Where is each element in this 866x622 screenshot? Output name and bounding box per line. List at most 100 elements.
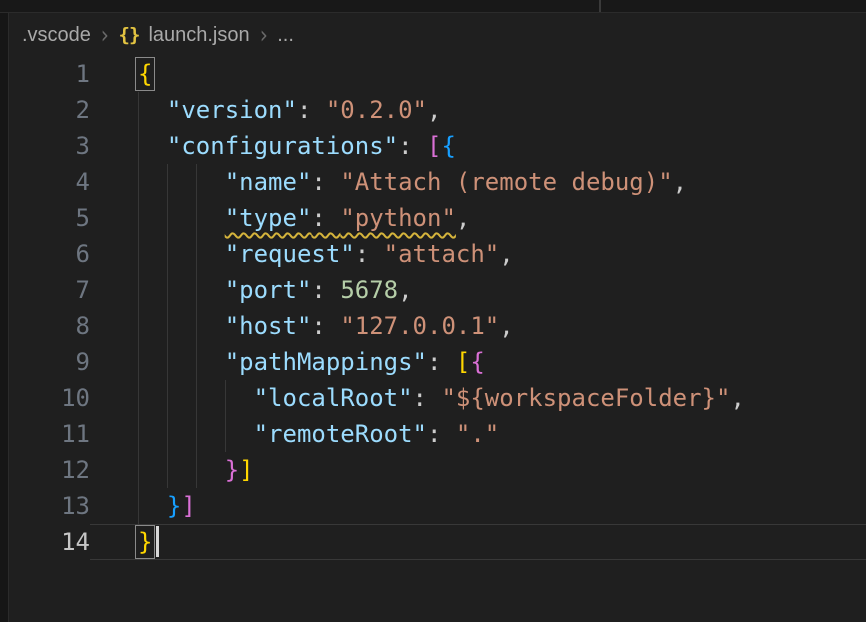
line-number[interactable]: 13 (9, 488, 90, 524)
line-number[interactable]: 14 (9, 524, 90, 560)
indent-guide (225, 416, 226, 452)
indent-guide (196, 308, 197, 344)
code-token: ] (239, 456, 253, 484)
line-number[interactable]: 11 (9, 416, 90, 452)
code-token: , (730, 384, 744, 412)
line-content[interactable]: }] (90, 452, 866, 488)
line-content[interactable]: "name": "Attach (remote debug)", (90, 164, 866, 200)
code-line[interactable]: 5 "type": "python", (9, 200, 866, 236)
code-line[interactable]: 3 "configurations": [{ (9, 128, 866, 164)
indent-guide (167, 380, 168, 416)
line-content[interactable]: "configurations": [{ (90, 128, 866, 164)
line-content[interactable]: } (90, 524, 866, 560)
code-token: : (311, 276, 340, 304)
code-token: "127.0.0.1" (340, 312, 499, 340)
code-token: "port" (225, 276, 312, 304)
code-token: , (398, 276, 412, 304)
code-token: "type" (225, 204, 312, 232)
code-token: , (499, 312, 513, 340)
line-content[interactable]: "version": "0.2.0", (90, 92, 866, 128)
line-content[interactable]: "port": 5678, (90, 272, 866, 308)
line-content[interactable]: "pathMappings": [{ (90, 344, 866, 380)
indent-guide (167, 236, 168, 272)
code-line[interactable]: 4 "name": "Attach (remote debug)", (9, 164, 866, 200)
code-token: , (456, 204, 470, 232)
code-line[interactable]: 11 "remoteRoot": "." (9, 416, 866, 452)
code-token: { (441, 132, 455, 160)
code-area[interactable]: 1{2 "version": "0.2.0",3 "configurations… (9, 56, 866, 560)
line-number[interactable]: 7 (9, 272, 90, 308)
line-number[interactable]: 6 (9, 236, 90, 272)
line-number[interactable]: 4 (9, 164, 90, 200)
indent-guide (138, 380, 139, 416)
indent-guide (196, 236, 197, 272)
code-token: : (398, 132, 427, 160)
indent-guide (196, 452, 197, 488)
code-line[interactable]: 13 }] (9, 488, 866, 524)
code-line[interactable]: 12 }] (9, 452, 866, 488)
line-number[interactable]: 12 (9, 452, 90, 488)
code-token: "configurations" (167, 132, 398, 160)
code-token (138, 240, 225, 268)
code-token (138, 96, 167, 124)
code-token: : (413, 384, 442, 412)
indent-guide (167, 452, 168, 488)
code-token (138, 492, 167, 520)
indent-guide (196, 272, 197, 308)
text-cursor (156, 526, 159, 557)
tab-divider (599, 0, 601, 12)
line-number[interactable]: 8 (9, 308, 90, 344)
line-content[interactable]: "localRoot": "${workspaceFolder}", (90, 380, 866, 416)
line-number[interactable]: 5 (9, 200, 90, 236)
code-line[interactable]: 1{ (9, 56, 866, 92)
indent-guide (138, 416, 139, 452)
line-content[interactable]: { (90, 56, 866, 92)
line-content[interactable]: "host": "127.0.0.1", (90, 308, 866, 344)
code-token: "${workspaceFolder}" (441, 384, 730, 412)
code-token: "version" (167, 96, 297, 124)
line-content[interactable]: "type": "python", (90, 200, 866, 236)
indent-guide (225, 380, 226, 416)
line-content[interactable]: }] (90, 488, 866, 524)
breadcrumb-item-folder[interactable]: .vscode (22, 24, 91, 47)
indent-guide (167, 416, 168, 452)
indent-guide (167, 272, 168, 308)
indent-guide (138, 488, 139, 524)
indent-guide (167, 200, 168, 236)
code-line[interactable]: 10 "localRoot": "${workspaceFolder}", (9, 380, 866, 416)
line-number[interactable]: 2 (9, 92, 90, 128)
code-token: "name" (225, 168, 312, 196)
code-line[interactable]: 8 "host": "127.0.0.1", (9, 308, 866, 344)
breadcrumb-item-symbol[interactable]: ... (277, 24, 294, 47)
line-number[interactable]: 3 (9, 128, 90, 164)
chevron-right-icon: › (259, 25, 267, 45)
indent-guide (138, 308, 139, 344)
code-token: "attach" (384, 240, 500, 268)
code-token: , (427, 96, 441, 124)
line-content[interactable]: "remoteRoot": "." (90, 416, 866, 452)
code-token: "python" (340, 204, 456, 232)
indent-guide (138, 200, 139, 236)
bracket-match-token: } (138, 528, 152, 556)
indent-guide (196, 344, 197, 380)
code-token: "request" (225, 240, 355, 268)
code-line[interactable]: 2 "version": "0.2.0", (9, 92, 866, 128)
line-number[interactable]: 9 (9, 344, 90, 380)
code-token (138, 132, 167, 160)
code-line[interactable]: 7 "port": 5678, (9, 272, 866, 308)
line-number[interactable]: 1 (9, 56, 90, 92)
code-line[interactable]: 14} (9, 524, 866, 560)
breadcrumb: .vscode › {} launch.json › ... (22, 22, 294, 48)
code-token (138, 348, 225, 376)
code-token: : (355, 240, 384, 268)
line-number[interactable]: 10 (9, 380, 90, 416)
code-line[interactable]: 6 "request": "attach", (9, 236, 866, 272)
code-token: : (311, 312, 340, 340)
breadcrumb-item-file[interactable]: launch.json (148, 24, 249, 47)
code-token: : (311, 204, 340, 232)
code-token: : (427, 348, 456, 376)
line-content[interactable]: "request": "attach", (90, 236, 866, 272)
code-token: "host" (225, 312, 312, 340)
bracket-match-token: { (138, 60, 152, 88)
code-line[interactable]: 9 "pathMappings": [{ (9, 344, 866, 380)
